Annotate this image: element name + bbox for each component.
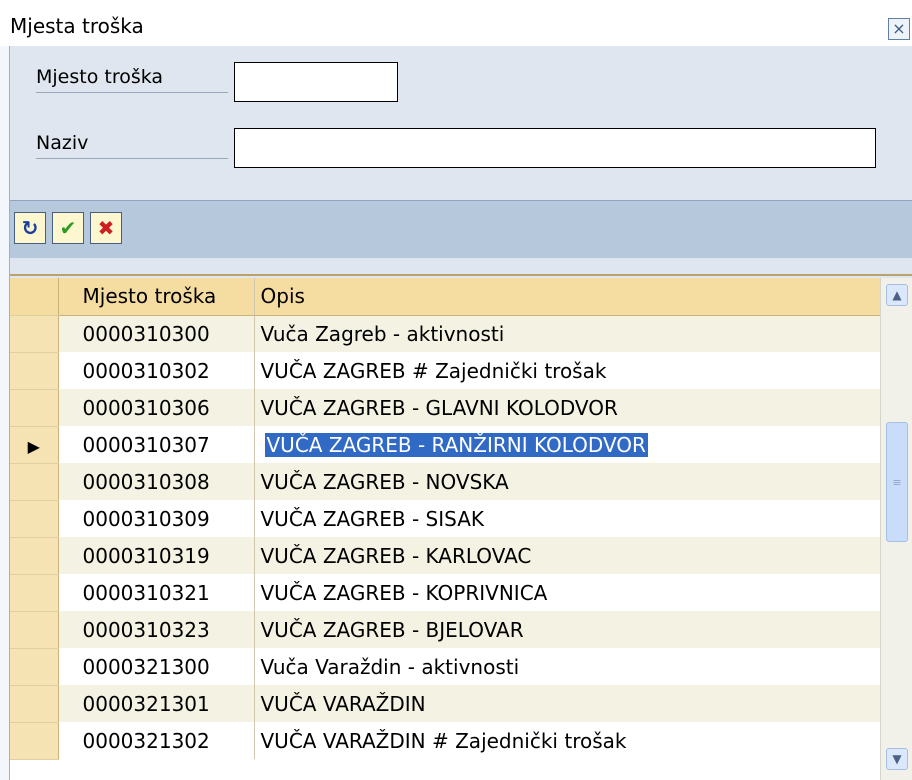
table-row[interactable]: 0000310309 VUČA ZAGREB - SISAK — [10, 500, 884, 538]
refresh-button[interactable]: ↻ — [14, 212, 46, 244]
table-row[interactable]: 0000310308 VUČA ZAGREB - NOVSKA — [10, 463, 884, 501]
table-row[interactable]: 0000310319 VUČA ZAGREB - KARLOVAC — [10, 537, 884, 575]
selected-text: VUČA ZAGREB - RANŽIRNI KOLODVOR — [264, 432, 648, 457]
table-row[interactable]: 0000310323 VUČA ZAGREB - BJELOVAR — [10, 611, 884, 649]
cost-center-cell[interactable]: 0000310302 — [58, 352, 255, 389]
cost-center-cell[interactable]: 0000310308 — [58, 463, 255, 500]
description-cell[interactable]: VUČA ZAGREB - NOVSKA — [254, 463, 884, 500]
description-cell-selected[interactable]: VUČA ZAGREB - RANŽIRNI KOLODVOR — [254, 426, 884, 463]
row-selector[interactable] — [10, 722, 59, 760]
close-icon[interactable]: × — [888, 18, 910, 40]
row-selector[interactable] — [10, 574, 59, 612]
result-table: Mjesto troška Opis 0000310300 Vuča Zagre… — [10, 278, 912, 780]
scroll-thumb[interactable]: ≡ — [886, 422, 908, 542]
cost-center-cell[interactable]: 0000310323 — [58, 611, 255, 648]
description-cell[interactable]: Vuča Varaždin - aktivnosti — [254, 648, 884, 685]
cost-center-input[interactable] — [234, 62, 398, 102]
splitter — [10, 258, 912, 276]
row-selector[interactable] — [10, 611, 59, 649]
table-row[interactable]: 0000321301 VUČA VARAŽDIN — [10, 685, 884, 723]
description-cell[interactable]: Vuča Zagreb - aktivnosti — [254, 315, 884, 352]
description-cell[interactable]: VUČA VARAŽDIN — [254, 685, 884, 722]
cost-center-cell[interactable]: 0000310300 — [58, 315, 255, 352]
cost-center-cell[interactable]: 0000310306 — [58, 389, 255, 426]
scroll-down-icon[interactable]: ▼ — [886, 748, 908, 770]
row-selector[interactable] — [10, 537, 59, 575]
table-row[interactable]: 0000310302 VUČA ZAGREB # Zajednički troš… — [10, 352, 884, 390]
column-header-cost-center[interactable]: Mjesto troška — [58, 278, 255, 316]
table-row[interactable]: 0000321302 VUČA VARAŽDIN # Zajednički tr… — [10, 722, 884, 760]
row-selector[interactable] — [10, 389, 59, 427]
description-cell[interactable]: VUČA ZAGREB - SISAK — [254, 500, 884, 537]
table-row[interactable]: 0000310300 Vuča Zagreb - aktivnosti — [10, 315, 884, 353]
row-selector[interactable] — [10, 315, 59, 353]
row-selector[interactable] — [10, 463, 59, 501]
select-all-cell[interactable] — [10, 278, 59, 316]
cost-center-cell[interactable]: 0000310321 — [58, 574, 255, 611]
description-cell[interactable]: VUČA ZAGREB - BJELOVAR — [254, 611, 884, 648]
table-row[interactable]: 0000321300 Vuča Varaždin - aktivnosti — [10, 648, 884, 686]
column-header-description[interactable]: Opis — [254, 278, 885, 316]
cost-center-cell[interactable]: 0000321300 — [58, 648, 255, 685]
name-label: Naziv — [36, 132, 228, 159]
toolbar: ↻ ✔ ✖ — [10, 200, 912, 258]
row-selector[interactable] — [10, 648, 59, 686]
cancel-button[interactable]: ✖ — [90, 212, 122, 244]
table-row[interactable]: 0000310321 VUČA ZAGREB - KOPRIVNICA — [10, 574, 884, 612]
cost-center-cell[interactable]: 0000310309 — [58, 500, 255, 537]
search-form: Mjesto troška Naziv — [10, 46, 912, 200]
cost-center-cell[interactable]: 0000321302 — [58, 722, 255, 759]
description-cell[interactable]: VUČA ZAGREB - GLAVNI KOLODVOR — [254, 389, 884, 426]
description-cell[interactable]: VUČA ZAGREB - KOPRIVNICA — [254, 574, 884, 611]
cost-center-cell[interactable]: 0000310307 — [58, 426, 255, 463]
scroll-up-icon[interactable]: ▲ — [886, 284, 908, 306]
current-row-marker-icon: ▶ — [27, 436, 40, 456]
row-selector[interactable] — [10, 500, 59, 538]
dialog-titlebar: Mjesta troška × — [0, 0, 912, 46]
description-cell[interactable]: VUČA ZAGREB # Zajednički trošak — [254, 352, 884, 389]
dialog-title: Mjesta troška — [10, 14, 144, 38]
cost-center-label: Mjesto troška — [36, 66, 228, 93]
vertical-scrollbar[interactable]: ▲ ≡ ▼ — [880, 278, 912, 780]
description-cell[interactable]: VUČA VARAŽDIN # Zajednički trošak — [254, 722, 884, 759]
window-left-edge — [0, 0, 10, 780]
table-row-current[interactable]: ▶ 0000310307 VUČA ZAGREB - RANŽIRNI KOLO… — [10, 426, 884, 464]
cost-center-cell[interactable]: 0000310319 — [58, 537, 255, 574]
description-cell[interactable]: VUČA ZAGREB - KARLOVAC — [254, 537, 884, 574]
name-input[interactable] — [234, 128, 876, 168]
row-selector[interactable] — [10, 352, 59, 390]
confirm-button[interactable]: ✔ — [52, 212, 84, 244]
cost-center-cell[interactable]: 0000321301 — [58, 685, 255, 722]
row-selector[interactable] — [10, 685, 59, 723]
table-header-row: Mjesto troška Opis — [10, 278, 885, 316]
row-selector[interactable]: ▶ — [10, 426, 59, 464]
table-row[interactable]: 0000310306 VUČA ZAGREB - GLAVNI KOLODVOR — [10, 389, 884, 427]
